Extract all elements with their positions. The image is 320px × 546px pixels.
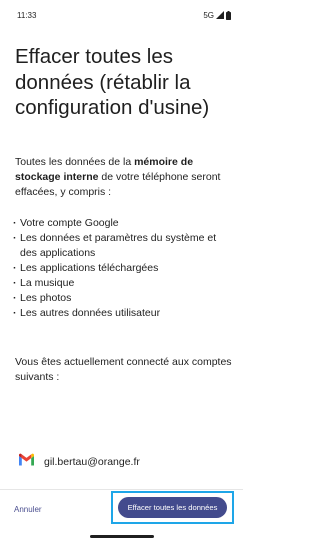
gmail-icon (18, 453, 35, 471)
erase-all-data-button[interactable]: Effacer toutes les données (118, 497, 227, 518)
erased-data-list: Votre compte Google Les données et param… (13, 216, 228, 321)
list-item: Les données et paramètres du système et … (13, 231, 228, 261)
intro-text: Toutes les données de la mémoire de stoc… (15, 155, 235, 200)
status-icons: 5G (203, 10, 231, 20)
status-time: 11:33 (17, 10, 37, 20)
cancel-button[interactable]: Annuler (6, 498, 50, 522)
network-type: 5G (203, 10, 214, 20)
gesture-nav-handle[interactable] (89, 535, 154, 538)
status-bar: 11:33 5G (0, 0, 243, 30)
list-item: Les applications téléchargées (13, 261, 228, 276)
list-item: La musique (13, 276, 228, 291)
battery-icon (226, 10, 231, 20)
footer-divider (0, 489, 243, 490)
list-item: Votre compte Google (13, 216, 228, 231)
intro-text-before: Toutes les données de la (15, 156, 135, 168)
signal-icon (216, 11, 224, 19)
accounts-intro-text: Vous êtes actuellement connecté aux comp… (15, 356, 232, 383)
account-row: gil.bertau@orange.fr (18, 453, 140, 471)
list-item: Les autres données utilisateur (13, 306, 228, 321)
account-email: gil.bertau@orange.fr (44, 456, 140, 468)
page-title: Effacer toutes les données (rétablir la … (15, 45, 210, 119)
confirm-button-highlight: Effacer toutes les données (111, 491, 234, 524)
list-item: Les photos (13, 291, 228, 306)
